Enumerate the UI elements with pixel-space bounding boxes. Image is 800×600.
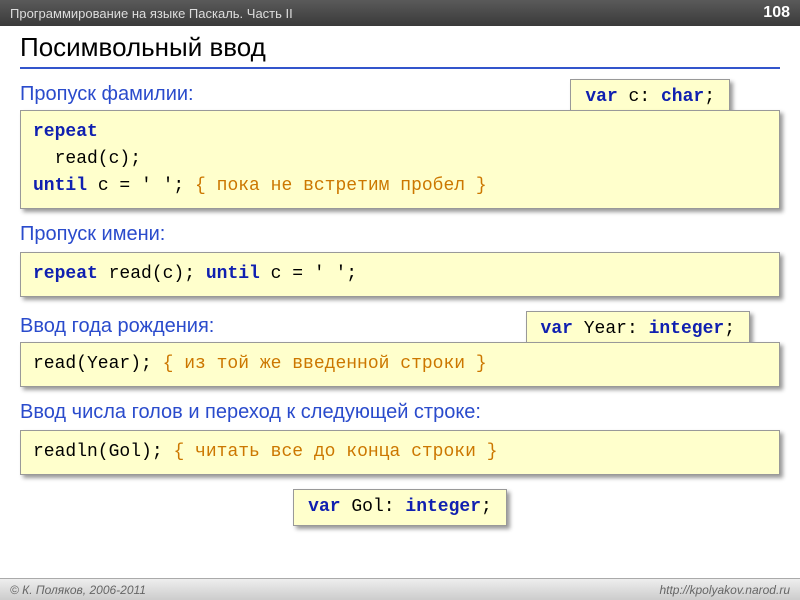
code-comment-space: { пока не встретим пробел } xyxy=(195,176,487,196)
code-block-surname: repeat read(c); until c = ' '; { пока не… xyxy=(20,110,780,209)
code-readln-gol: readln(Gol); xyxy=(33,442,173,462)
kw-repeat2: repeat xyxy=(33,264,98,284)
code-block-gol: readln(Gol); { читать все до конца строк… xyxy=(20,430,780,475)
header-title: Программирование на языке Паскаль. Часть… xyxy=(10,6,293,21)
var-year-type: integer xyxy=(649,319,725,339)
footer-bar: © К. Поляков, 2006-2011 http://kpolyakov… xyxy=(0,578,800,600)
code-read-c: read(c); xyxy=(33,149,141,169)
kw-repeat: repeat xyxy=(33,122,98,142)
var-year-end: ; xyxy=(724,319,735,339)
kw-until: until xyxy=(33,176,87,196)
code-comment-year: { из той же введенной строки } xyxy=(163,354,487,374)
section2-label: Пропуск имени: xyxy=(20,223,780,246)
slide-content: Посимвольный ввод Пропуск фамилии: var c… xyxy=(0,26,800,540)
var-gol-type: integer xyxy=(405,497,481,517)
var-gol-name: Gol: xyxy=(341,497,406,517)
var-c-name: c: xyxy=(618,87,661,107)
var-gol-end: ; xyxy=(481,497,492,517)
kw-until2: until xyxy=(206,264,260,284)
section1-label: Пропуск фамилии: xyxy=(20,83,194,106)
footer-url: http://kpolyakov.narod.ru xyxy=(659,583,790,597)
code-mid2: read(c); xyxy=(98,264,206,284)
code-block-year: read(Year); { из той же введенной строки… xyxy=(20,342,780,387)
code-block-name: repeat read(c); until c = ' '; xyxy=(20,252,780,297)
var-kw3: var xyxy=(541,319,573,339)
page-number: 108 xyxy=(763,4,790,22)
code-comment-gol: { читать все до конца строки } xyxy=(173,442,497,462)
var-decl-gol: var Gol: integer; xyxy=(293,489,507,526)
var-year-name: Year: xyxy=(573,319,649,339)
var-kw: var xyxy=(585,87,617,107)
var-kw4: var xyxy=(308,497,340,517)
section4-label: Ввод числа голов и переход к следующей с… xyxy=(20,401,780,424)
var-c-type: char xyxy=(661,87,704,107)
var-gol-wrap: var Gol: integer; xyxy=(20,489,780,540)
section3-label: Ввод года рождения: xyxy=(20,315,214,338)
page-title: Посимвольный ввод xyxy=(20,32,780,69)
code-read-year: read(Year); xyxy=(33,354,163,374)
code-cond2: c = ' '; xyxy=(260,264,357,284)
var-c-end: ; xyxy=(704,87,715,107)
footer-copyright: © К. Поляков, 2006-2011 xyxy=(10,583,146,597)
code-cond: c = ' '; xyxy=(87,176,195,196)
header-bar: Программирование на языке Паскаль. Часть… xyxy=(0,0,800,26)
